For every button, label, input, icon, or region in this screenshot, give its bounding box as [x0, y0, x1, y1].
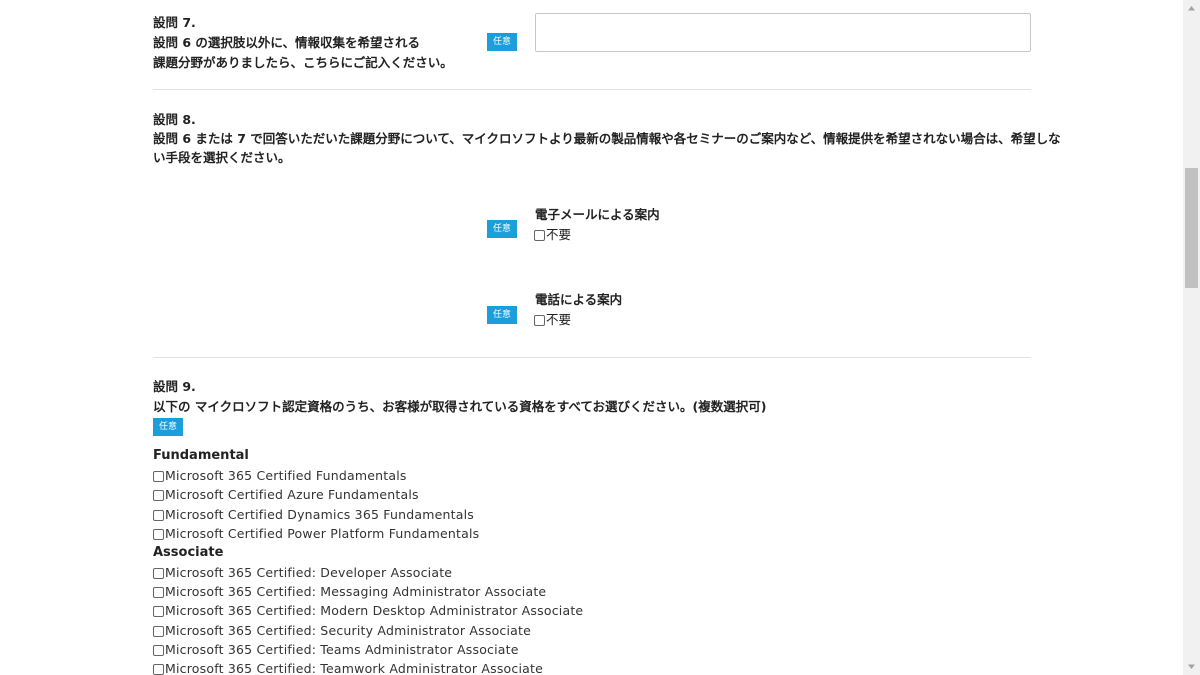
cert-checkbox-modern-desktop-admin-associate[interactable]: Microsoft 365 Certified: Modern Desktop … [153, 602, 583, 620]
survey-form: 設問 7. 設問 6 の選択肢以外に、情報収集を希望される 課題分野がありました… [0, 0, 1183, 675]
cert-label: Microsoft Certified Dynamics 365 Fundame… [165, 507, 474, 522]
checkbox-box[interactable] [153, 605, 164, 617]
checkbox-box[interactable] [153, 625, 164, 637]
q8-text-line1: 設問 6 または 7 で回答いただいた課題分野について、マイクロソフトより最新の… [153, 131, 1061, 146]
scrollbar-thumb[interactable] [1185, 168, 1198, 288]
group-heading-fundamental: Fundamental [153, 448, 249, 463]
q7-text-line1: 設問 6 の選択肢以外に、情報収集を希望される [153, 35, 421, 50]
checkbox-box[interactable] [153, 644, 164, 656]
checkbox-box[interactable] [153, 489, 164, 501]
divider [153, 357, 1031, 358]
cert-label: Microsoft 365 Certified: Teamwork Admini… [165, 661, 543, 675]
cert-checkbox-developer-associate[interactable]: Microsoft 365 Certified: Developer Assoc… [153, 564, 452, 582]
cert-label: Microsoft 365 Certified Fundamentals [165, 468, 407, 483]
q8-phone-not-needed-label: 不要 [546, 312, 572, 327]
checkbox-box[interactable] [153, 663, 164, 675]
cert-checkbox-azure-fundamentals[interactable]: Microsoft Certified Azure Fundamentals [153, 486, 419, 504]
q8-email-optional-badge: 任意 [487, 220, 517, 238]
q8-email-not-needed-label: 不要 [546, 227, 572, 242]
q8-phone-label: 電話による案内 [535, 292, 623, 307]
divider [153, 89, 1031, 90]
cert-checkbox-messaging-admin-associate[interactable]: Microsoft 365 Certified: Messaging Admin… [153, 583, 546, 601]
cert-checkbox-security-admin-associate[interactable]: Microsoft 365 Certified: Security Admini… [153, 622, 531, 640]
q9-title: 設問 9. [153, 379, 196, 394]
q7-title: 設問 7. [153, 15, 196, 30]
q8-email-label: 電子メールによる案内 [535, 207, 660, 222]
cert-label: Microsoft 365 Certified: Developer Assoc… [165, 565, 453, 580]
q8-title: 設問 8. [153, 112, 196, 127]
checkbox-box[interactable] [153, 470, 164, 482]
cert-checkbox-m365-fundamentals[interactable]: Microsoft 365 Certified Fundamentals [153, 467, 407, 485]
cert-checkbox-teams-admin-associate[interactable]: Microsoft 365 Certified: Teams Administr… [153, 641, 519, 659]
q9-optional-badge: 任意 [153, 418, 183, 436]
checkbox-box[interactable] [534, 229, 545, 241]
group-heading-associate: Associate [153, 545, 224, 560]
q8-phone-optional-badge: 任意 [487, 306, 517, 324]
cert-checkbox-power-platform-fundamentals[interactable]: Microsoft Certified Power Platform Funda… [153, 525, 479, 543]
q7-text-line2: 課題分野がありましたら、こちらにご記入ください。 [153, 55, 453, 70]
cert-label: Microsoft 365 Certified: Teams Administr… [165, 642, 519, 657]
checkbox-box[interactable] [153, 528, 164, 540]
q8-text-line2: い手段を選択ください。 [153, 150, 291, 165]
checkbox-box[interactable] [534, 314, 545, 326]
q8-phone-not-needed-checkbox[interactable]: 不要 [534, 311, 571, 329]
scroll-up-arrow-icon[interactable] [1183, 0, 1200, 17]
cert-checkbox-teamwork-admin-associate[interactable]: Microsoft 365 Certified: Teamwork Admini… [153, 660, 543, 675]
cert-label: Microsoft 365 Certified: Messaging Admin… [165, 584, 547, 599]
q7-free-text-input[interactable] [535, 13, 1031, 52]
cert-label: Microsoft 365 Certified: Security Admini… [165, 623, 532, 638]
checkbox-box[interactable] [153, 509, 164, 521]
cert-label: Microsoft Certified Power Platform Funda… [165, 526, 480, 541]
q7-optional-badge: 任意 [487, 33, 517, 51]
q9-text: 以下の マイクロソフト認定資格のうち、お客様が取得されている資格をすべてお選びく… [153, 399, 767, 414]
scroll-down-arrow-icon[interactable] [1183, 658, 1200, 675]
cert-label: Microsoft Certified Azure Fundamentals [165, 487, 419, 502]
checkbox-box[interactable] [153, 586, 164, 598]
vertical-scrollbar[interactable] [1183, 0, 1200, 675]
checkbox-box[interactable] [153, 567, 164, 579]
cert-checkbox-dynamics-fundamentals[interactable]: Microsoft Certified Dynamics 365 Fundame… [153, 506, 474, 524]
q8-email-not-needed-checkbox[interactable]: 不要 [534, 226, 571, 244]
cert-label: Microsoft 365 Certified: Modern Desktop … [165, 603, 584, 618]
